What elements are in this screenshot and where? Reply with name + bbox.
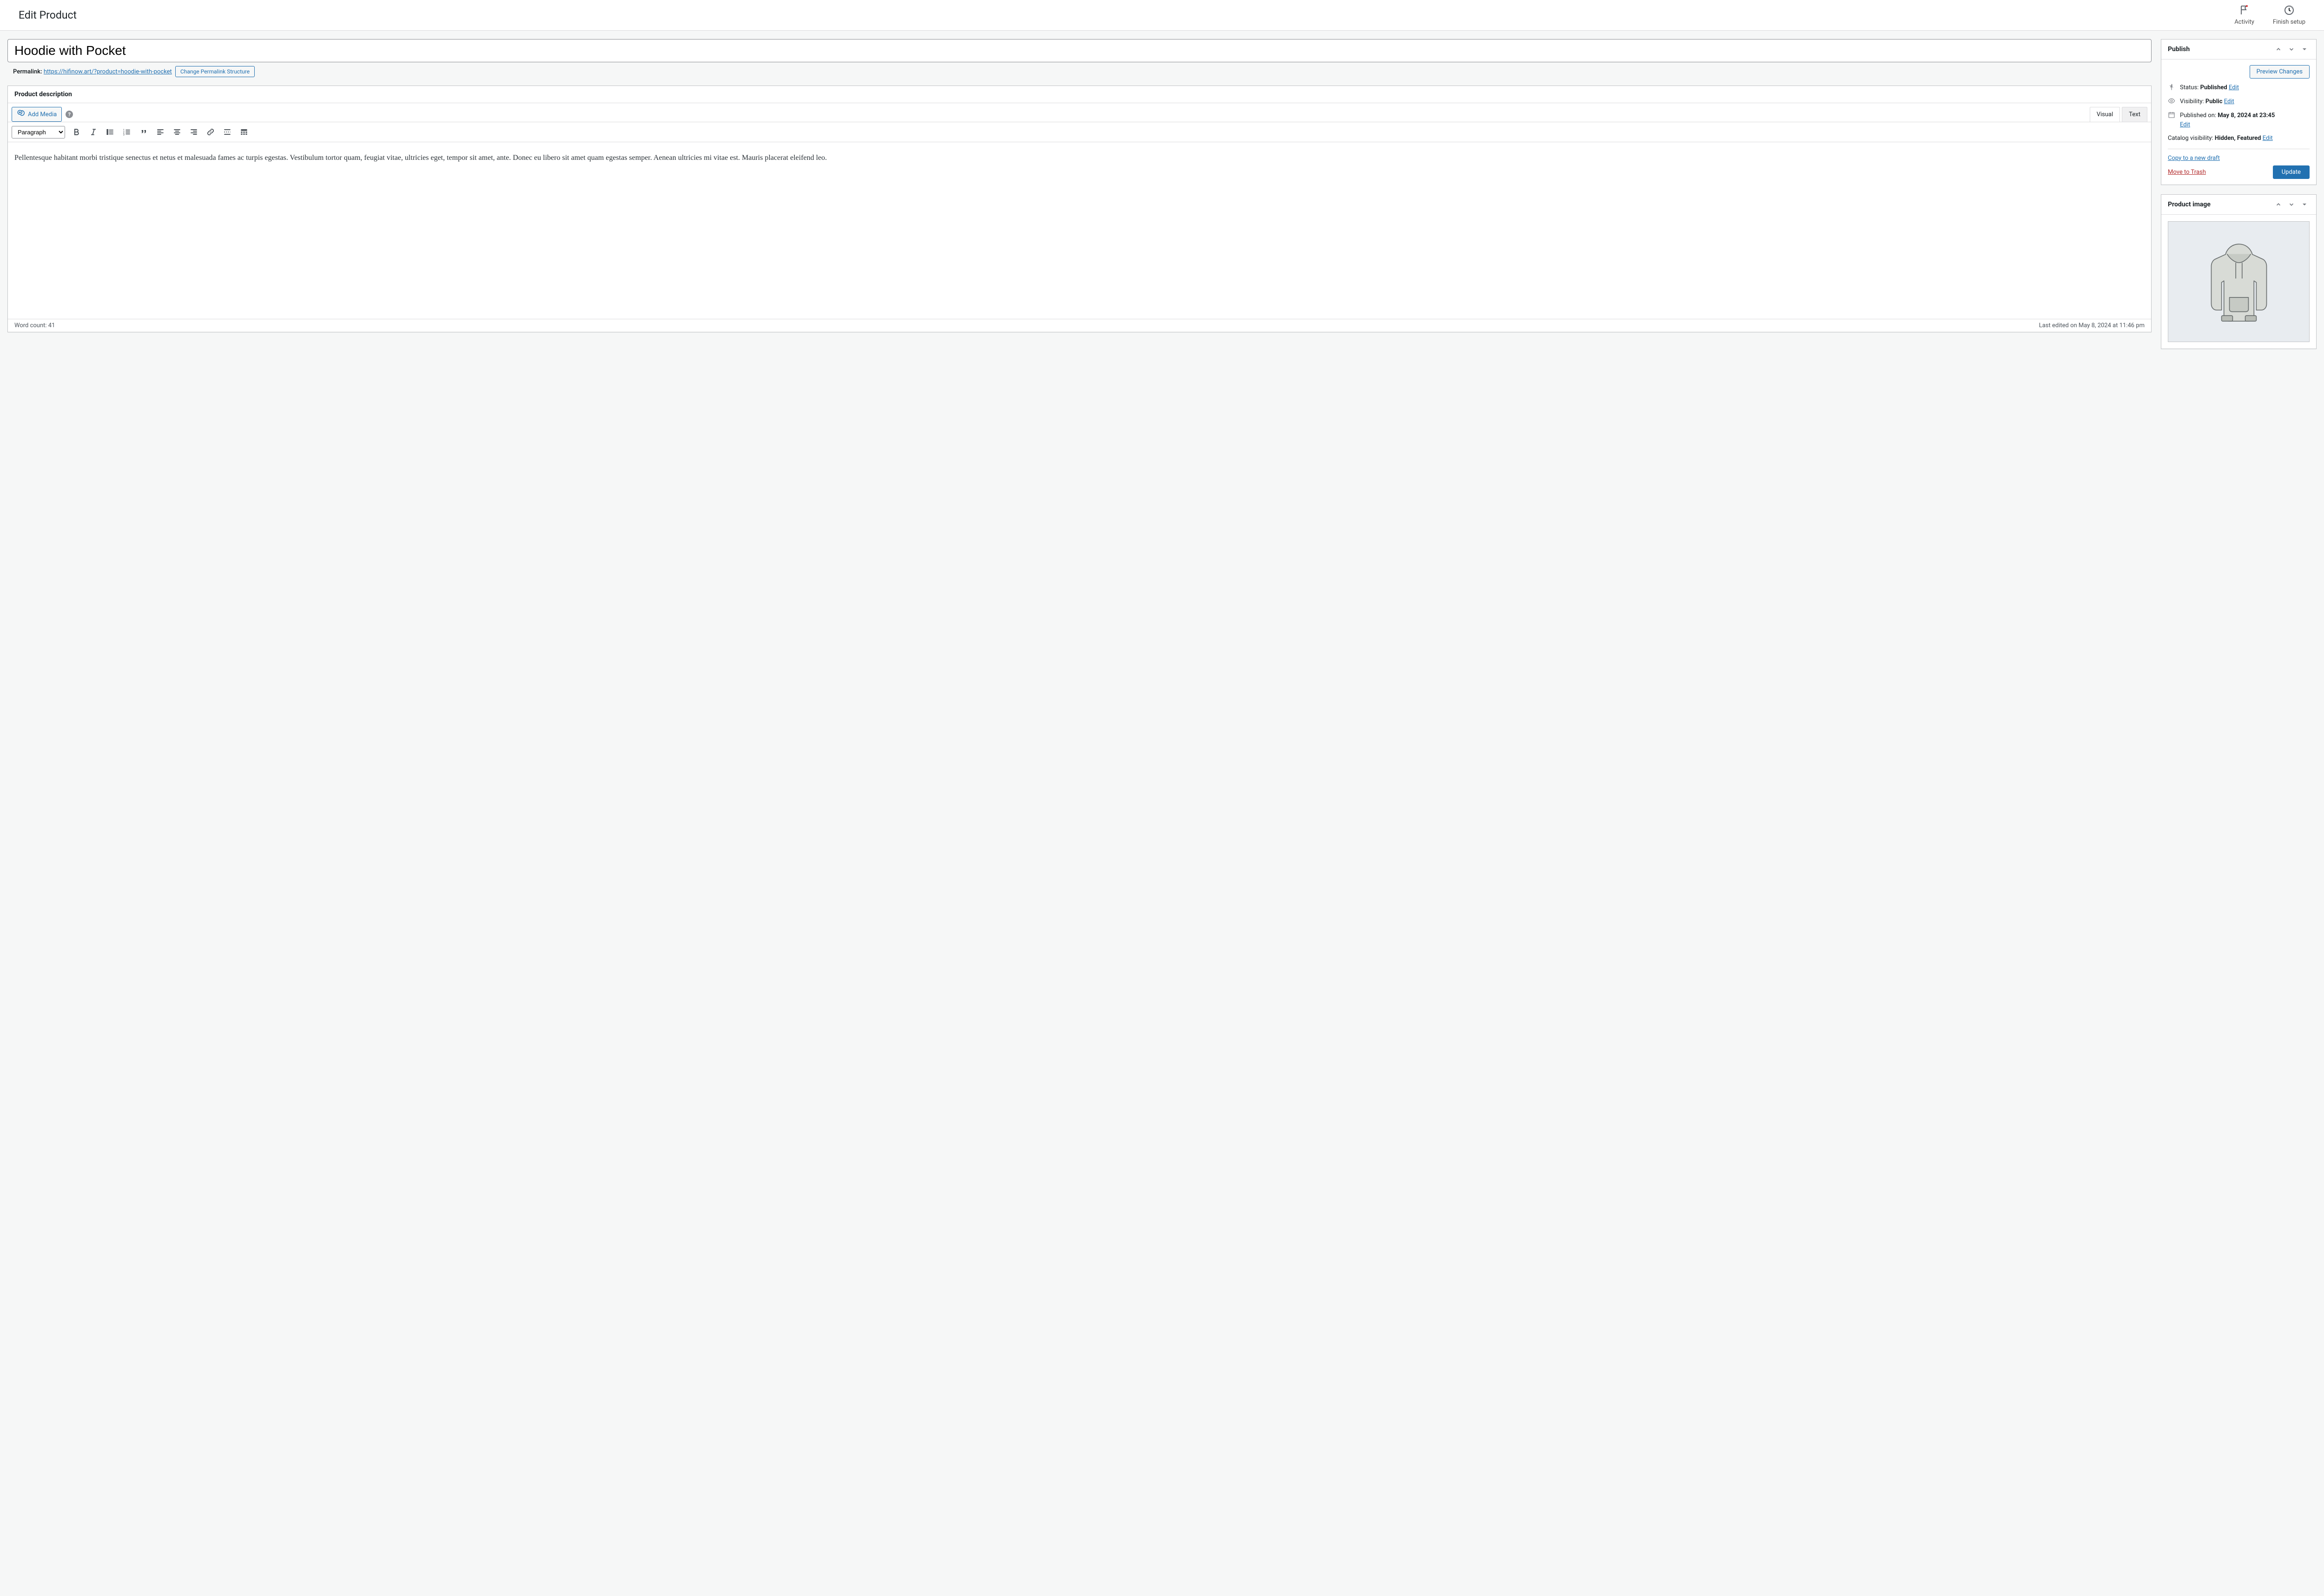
top-bar: Edit Product Activity Finish setup [0,0,2324,31]
published-on-value: May 8, 2024 at 23:45 [2218,112,2275,119]
edit-status-link[interactable]: Edit [2229,84,2239,91]
description-paragraph: Pellentesque habitant morbi tristique se… [14,152,2145,164]
status-label: Status: [2180,84,2199,91]
main-column: Permalink: https://hifinow.art/?product=… [7,39,2152,358]
numbered-list-button[interactable]: 123 [119,125,135,139]
eye-icon [2168,97,2176,106]
help-icon[interactable]: ? [66,111,73,118]
move-down-icon[interactable] [2286,44,2297,54]
product-description-panel: Product description Add Media ? Visual T… [7,86,2152,332]
activity-button[interactable]: Activity [2234,5,2254,26]
content-wrap: Permalink: https://hifinow.art/?product=… [0,31,2324,367]
finish-setup-label: Finish setup [2273,19,2305,26]
collapse-icon[interactable] [2299,199,2310,210]
panel-header: Product description [8,86,2151,103]
last-edited: Last edited on May 8, 2024 at 11:46 pm [2039,322,2145,329]
toolbar-toggle-button[interactable] [236,125,252,139]
publish-title: Publish [2168,46,2190,53]
finish-setup-button[interactable]: Finish setup [2273,5,2305,26]
copy-to-draft-link[interactable]: Copy to a new draft [2168,155,2220,162]
editor-content[interactable]: Pellentesque habitant morbi tristique se… [8,142,2151,319]
media-icon [17,109,25,119]
update-button[interactable]: Update [2273,165,2310,179]
catalog-label: Catalog visibility: [2168,135,2213,142]
edit-date-link[interactable]: Edit [2180,121,2190,128]
move-down-icon[interactable] [2286,199,2297,210]
align-left-button[interactable] [152,125,168,139]
activity-label: Activity [2234,19,2254,26]
link-button[interactable] [203,125,218,139]
product-image[interactable] [2168,221,2310,342]
italic-button[interactable] [86,125,101,139]
tab-visual[interactable]: Visual [2090,107,2120,122]
blockquote-button[interactable] [136,125,152,139]
tab-text[interactable]: Text [2122,107,2147,122]
format-toolbar: Paragraph 123 [8,122,2151,142]
status-value: Published [2200,84,2227,91]
panel-title: Product description [14,91,72,98]
top-actions: Activity Finish setup [2234,5,2305,26]
align-center-button[interactable] [169,125,185,139]
permalink-row: Permalink: https://hifinow.art/?product=… [13,66,2152,77]
permalink-url[interactable]: https://hifinow.art/?product=hoodie-with… [44,68,172,75]
edit-catalog-link[interactable]: Edit [2263,135,2273,142]
add-media-label: Add Media [28,111,57,118]
pin-icon [2168,83,2176,92]
move-up-icon[interactable] [2273,44,2284,54]
svg-text:3: 3 [123,134,125,137]
side-column: Publish Preview Changes Status: Publishe… [2161,39,2317,358]
published-on-label: Published on: [2180,112,2216,119]
calendar-icon [2168,111,2176,120]
visibility-value: Public [2205,98,2223,105]
align-right-button[interactable] [186,125,202,139]
permalink-label: Permalink: [13,68,42,75]
collapse-icon[interactable] [2299,44,2310,54]
page-title: Edit Product [19,9,77,21]
catalog-value: Hidden, Featured [2215,135,2261,142]
product-image-title: Product image [2168,201,2211,208]
flag-icon [2239,5,2250,18]
word-count: Word count: 41 [14,322,55,329]
visibility-label: Visibility: [2180,98,2204,105]
move-up-icon[interactable] [2273,199,2284,210]
edit-visibility-link[interactable]: Edit [2224,98,2234,105]
bold-button[interactable] [69,125,85,139]
change-permalink-button[interactable]: Change Permalink Structure [175,66,255,77]
bullet-list-button[interactable] [102,125,118,139]
readmore-button[interactable] [219,125,235,139]
preview-changes-button[interactable]: Preview Changes [2250,65,2310,79]
product-title-input[interactable] [7,39,2152,62]
editor-statusbar: Word count: 41 Last edited on May 8, 202… [8,319,2151,332]
move-to-trash-link[interactable]: Move to Trash [2168,169,2206,176]
clock-icon [2284,5,2295,18]
hoodie-icon [2199,237,2278,326]
paragraph-select[interactable]: Paragraph [12,126,65,138]
add-media-button[interactable]: Add Media [12,107,62,122]
editor-top-toolbar: Add Media ? Visual Text [8,103,2151,122]
publish-panel: Publish Preview Changes Status: Publishe… [2161,39,2317,185]
product-image-panel: Product image [2161,194,2317,349]
